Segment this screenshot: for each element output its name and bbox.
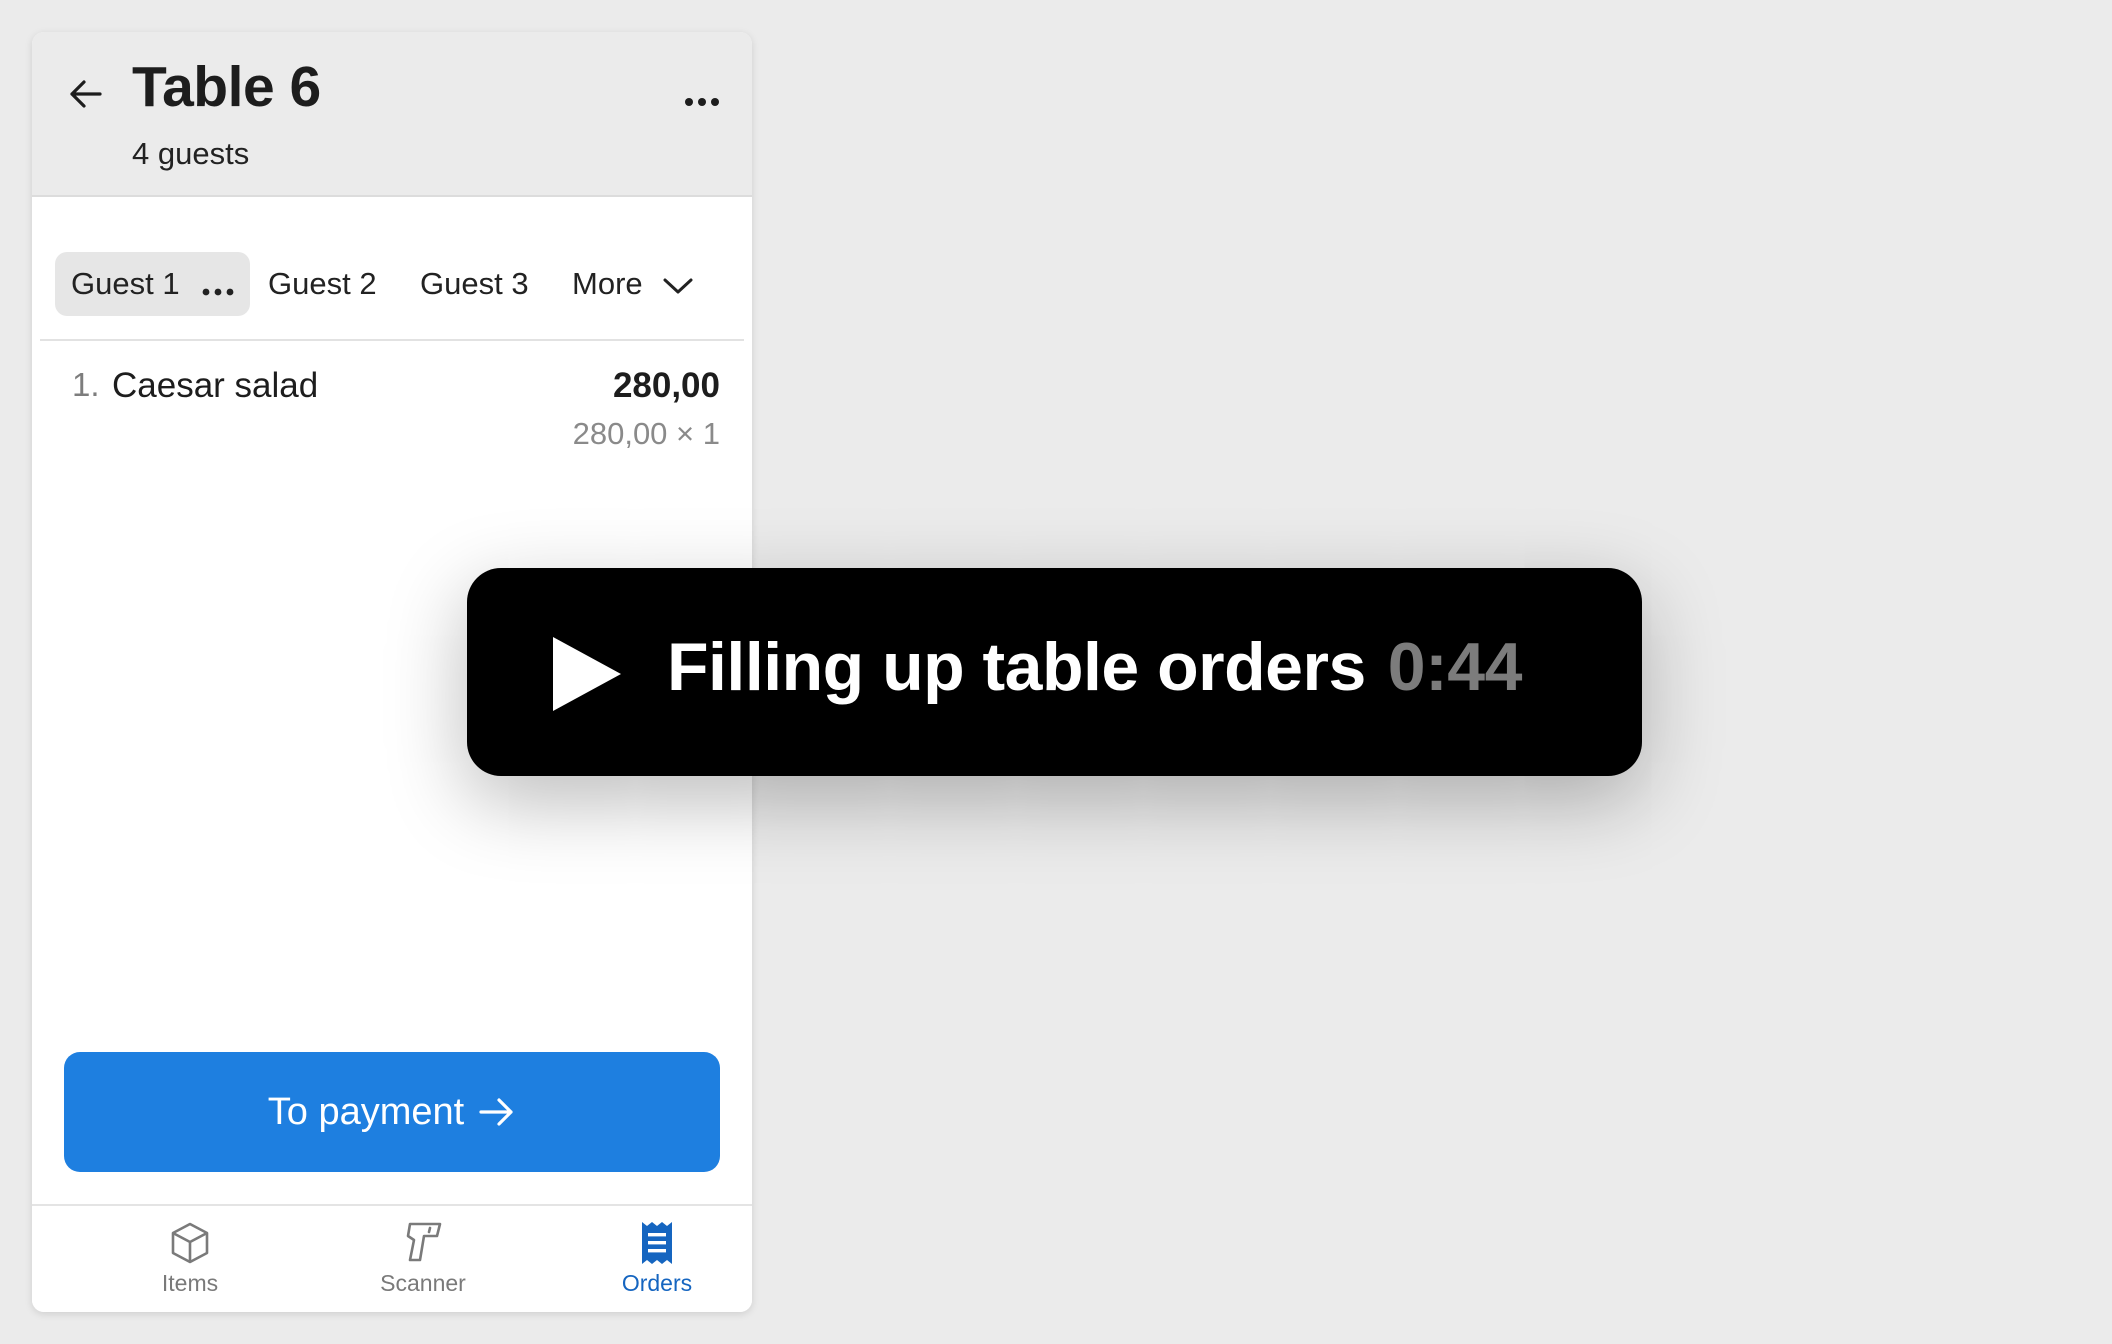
item-name: Caesar salad <box>112 366 319 405</box>
header: Table 6 4 guests <box>32 32 752 197</box>
tab-guest-1[interactable]: Guest 1 <box>55 252 251 318</box>
play-icon[interactable] <box>549 634 623 714</box>
ellipsis-icon <box>685 98 719 106</box>
divider <box>40 339 744 341</box>
more-options-button[interactable] <box>674 86 730 118</box>
chevron-down-icon <box>663 278 693 294</box>
arrow-left-icon <box>70 80 102 108</box>
tab-more[interactable]: More <box>572 252 695 316</box>
nav-items-label: Items <box>161 1270 219 1296</box>
guest-count: 4 guests <box>132 136 250 171</box>
tab-guest-3[interactable]: Guest 3 <box>420 252 529 316</box>
item-price-quantity: 280,00 × 1 <box>572 416 720 451</box>
nav-orders[interactable]: Orders <box>567 1220 747 1306</box>
video-duration: 0:44 <box>1387 629 1523 705</box>
guest-options-icon[interactable] <box>202 254 234 318</box>
tab-more-label: More <box>572 266 643 301</box>
item-number: 1. <box>72 366 100 403</box>
scanner-icon <box>406 1222 442 1262</box>
box-icon <box>171 1222 209 1264</box>
page-title: Table 6 <box>132 55 321 119</box>
nav-scanner[interactable]: Scanner <box>333 1220 513 1306</box>
back-button[interactable] <box>58 66 114 122</box>
arrow-right-icon <box>478 1095 516 1129</box>
item-total: 280,00 <box>612 366 720 405</box>
video-title-text: Filling up table orders <box>667 629 1366 705</box>
bottom-nav: Items Scanner Orders <box>32 1204 752 1312</box>
guest-tabs: Guest 1 Guest 2 Guest 3 More <box>32 197 752 341</box>
tab-label: Guest 1 <box>71 266 180 301</box>
order-item[interactable]: 1. Caesar salad 280,00 280,00 × 1 <box>32 342 752 462</box>
nav-items[interactable]: Items <box>100 1220 280 1306</box>
receipt-icon <box>642 1222 672 1264</box>
nav-scanner-label: Scanner <box>380 1270 466 1296</box>
nav-orders-label: Orders <box>621 1270 693 1296</box>
video-title: Filling up table orders 0:44 <box>667 628 1522 706</box>
to-payment-label: To payment <box>267 1090 465 1133</box>
video-overlay[interactable]: Filling up table orders 0:44 <box>467 568 1642 776</box>
to-payment-button[interactable]: To payment <box>64 1052 720 1172</box>
tab-guest-2[interactable]: Guest 2 <box>268 252 377 316</box>
